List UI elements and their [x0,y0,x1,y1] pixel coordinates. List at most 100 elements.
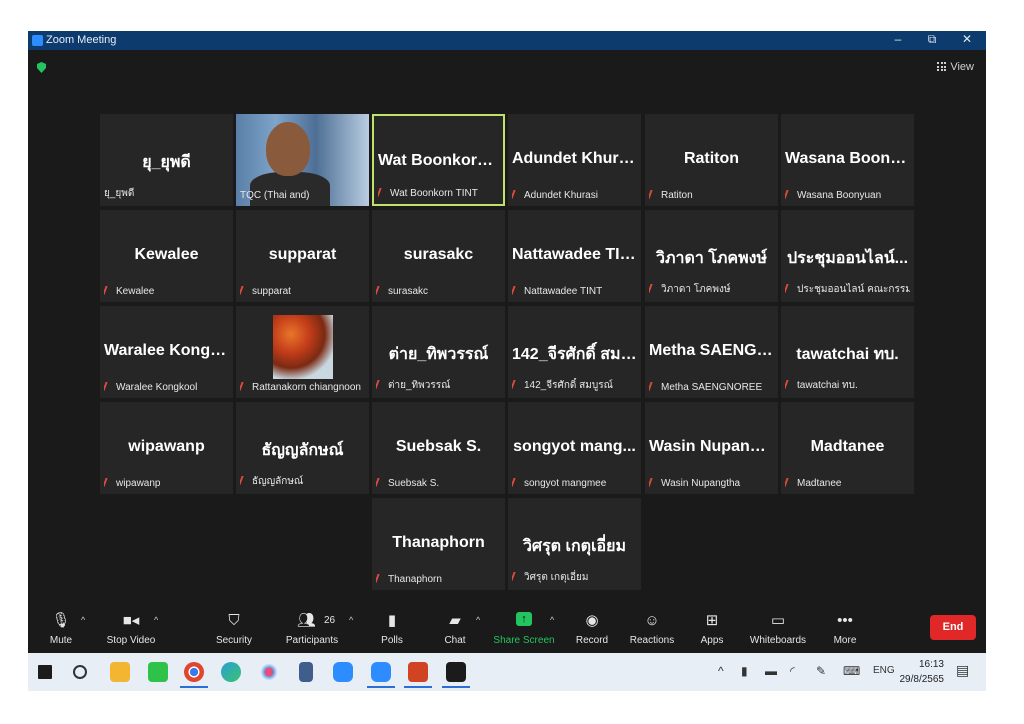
participant-tile[interactable]: Nattawadee TINT Nattawadee TINT [508,210,641,302]
wifi-icon[interactable]: ◜ [790,664,795,678]
close-button[interactable]: ✕ [952,32,982,46]
participant-tile[interactable]: Ratiton Ratiton [645,114,778,206]
muted-mic-icon [376,478,386,487]
participant-tile[interactable]: วิศรุต เกตุเอี่ยม วิศรุต เกตุเอี่ยม [508,498,641,590]
participant-tile[interactable]: Metha SAENGN... Metha SAENGNOREE [645,306,778,398]
participant-name-label: ประชุมออนไลน์ คณะกรรมการ.. [785,282,910,297]
input-language[interactable]: ENG [873,665,895,676]
line-icon[interactable] [148,662,168,682]
participant-name-text: Suebsak S. [388,478,440,489]
muted-mic-icon [785,284,795,293]
mute-options-caret[interactable]: ^ [81,615,85,625]
search-icon[interactable] [73,665,87,679]
participant-tile[interactable]: ประชุมออนไลน์... ประชุมออนไลน์ คณะกรรมการ… [781,210,914,302]
video-camera-icon: ■◂ [122,612,140,629]
mute-label: Mute [49,635,73,646]
participant-name-text: Ratiton [661,190,693,201]
muted-mic-icon [240,286,250,295]
file-explorer-icon[interactable] [110,662,130,682]
muted-mic-icon [104,382,114,391]
participant-name-text: ประชุมออนไลน์ คณะกรรมการ.. [797,284,910,295]
participant-display-name: surasakc [403,246,474,263]
participant-tile[interactable]: songyot mang... songyot mangmee [508,402,641,494]
participant-tile[interactable]: วิภาดา โภคพงษ์ วิภาดา โภคพงษ์ [645,210,778,302]
video-options-caret[interactable]: ^ [154,615,158,625]
acrobat-icon[interactable] [442,662,470,688]
share-screen-label: Share Screen [493,635,555,646]
stop-video-button[interactable]: ■◂ ^ Stop Video [96,603,166,653]
battery-icon[interactable]: ▬ [765,664,777,678]
polls-icon: ▮ [387,612,397,629]
participant-name-text: Rattanakorn chiangnoon [252,382,361,393]
participant-tile[interactable]: 142_จีรศักดิ์ สมบู... 142_จีรศักดิ์ สมบูร… [508,306,641,398]
calculator-icon[interactable] [299,662,313,682]
participant-tile[interactable]: ยุ_ยุพดี ยุ_ยุพดี [100,114,233,206]
share-screen-button[interactable]: ↑ ^ Share Screen [489,603,559,653]
participant-tile[interactable]: ต่าย_ทิพวรรณ์ ต่าย_ทิพวรรณ์ [372,306,505,398]
maximize-button[interactable]: ⧉ [917,32,947,47]
view-button[interactable]: View [937,61,974,73]
apps-button[interactable]: ⊞ Apps [677,603,747,653]
notifications-icon[interactable]: ▤ [956,662,969,679]
security-shield-icon[interactable] [37,62,46,73]
muted-mic-icon [376,574,386,583]
participant-tile[interactable]: ธัญญลักษณ์ ธัญญลักษณ์ [236,402,369,494]
end-meeting-button[interactable]: End [930,615,976,640]
chat-button[interactable]: ▰ ^ Chat [420,603,490,653]
chrome-icon[interactable] [180,662,208,688]
mic-tray-icon[interactable]: ▮ [741,664,748,678]
record-icon: ◉ [585,612,599,629]
participant-tile[interactable]: Wat Boonkorn.... Wat Boonkorn TINT [372,114,505,206]
keyboard-icon[interactable]: ⌨ [843,664,860,678]
powerpoint-icon[interactable] [404,662,432,688]
mute-button[interactable]: 🎙︎ ^ Mute [28,603,96,653]
paint-icon[interactable] [259,662,279,682]
participant-name-text: Metha SAENGNOREE [661,382,763,393]
participant-display-name: ยุ_ยุพดี [142,154,191,171]
share-options-caret[interactable]: ^ [550,615,554,625]
participant-tile[interactable]: surasakc surasakc [372,210,505,302]
participants-button[interactable]: 👥︎ 26 ^ Participants [277,603,353,653]
participant-tile[interactable]: Rattanakorn chiangnoon [236,306,369,398]
participant-tile[interactable]: Wasin Nupangtha Wasin Nupangtha [645,402,778,494]
participant-tile[interactable]: tawatchai ทบ. tawatchai ทบ. [781,306,914,398]
show-hidden-icons-icon[interactable]: ^ [718,664,724,678]
participant-tile[interactable]: Adundet Khurasi Adundet Khurasi [508,114,641,206]
polls-button[interactable]: ▮ Polls [357,603,427,653]
participant-name-label: Adundet Khurasi [512,190,637,201]
meeting-toolbar: 🎙︎ ^ Mute ■◂ ^ Stop Video ⛉ Security 👥︎ … [28,603,986,653]
chat-options-caret[interactable]: ^ [476,615,480,625]
participant-name-text: วิภาดา โภคพงษ์ [661,284,731,295]
participant-tile[interactable]: wipawanp wipawanp [100,402,233,494]
participant-tile[interactable]: supparat supparat [236,210,369,302]
zoom-icon[interactable] [367,662,395,688]
participant-name-text: Wasin Nupangtha [661,478,741,489]
edge-icon[interactable] [221,662,241,682]
participant-tile[interactable]: TQC (Thai and) [236,114,369,206]
pen-icon[interactable]: ✎ [816,664,826,678]
participant-display-name: Wasin Nupangtha [649,438,778,455]
participant-name-text: wipawanp [116,478,161,489]
participant-name-text: Madtanee [797,478,842,489]
participant-display-name: songyot mang... [513,438,636,455]
minimize-button[interactable]: – [883,32,913,46]
participant-tile[interactable]: Madtanee Madtanee [781,402,914,494]
participant-name-text: วิศรุต เกตุเอี่ยม [524,572,589,583]
participant-name-label: Nattawadee TINT [512,286,637,297]
windows-start-icon[interactable] [38,665,52,679]
zoom-meetings-icon[interactable] [333,662,353,682]
participant-tile[interactable]: Wasana Boonyu... Wasana Boonyuan [781,114,914,206]
whiteboards-button[interactable]: ▭ Whiteboards [743,603,813,653]
more-button[interactable]: ••• More [810,603,880,653]
participant-tile[interactable]: Thanaphorn Thanaphorn [372,498,505,590]
view-label: View [950,61,974,73]
participant-tile[interactable]: Kewalee Kewalee [100,210,233,302]
clock[interactable]: 16:13 29/8/2565 [896,657,945,687]
participant-name-text: ยุ_ยุพดี [104,188,135,199]
participant-tile[interactable]: Waralee Kongk... Waralee Kongkool [100,306,233,398]
participant-display-name: Nattawadee TINT [512,246,641,263]
security-button[interactable]: ⛉ Security [199,603,269,653]
participant-display-name: Metha SAENGN... [649,342,778,359]
participant-tile[interactable]: Suebsak S. Suebsak S. [372,402,505,494]
participants-options-caret[interactable]: ^ [349,615,353,625]
